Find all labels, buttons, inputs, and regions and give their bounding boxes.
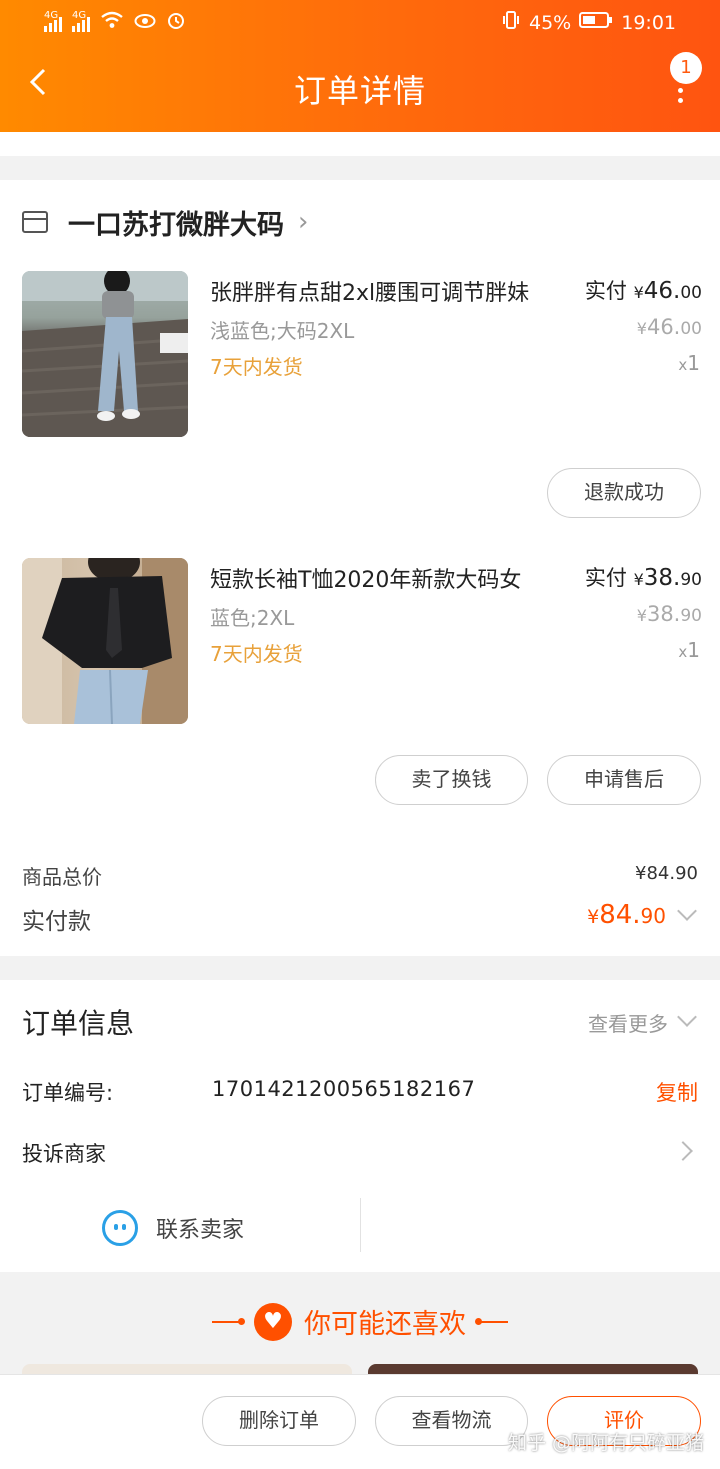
app-header: 4G 4G 45% 19:01 订单详情 1	[0, 0, 720, 132]
order-info-title: 订单信息	[22, 1007, 135, 1040]
chevron-right-icon: ›	[298, 207, 309, 237]
order-info-card: 订单信息 查看更多 订单编号: 1701421200565182167 复制 投…	[0, 980, 720, 1272]
paid-price: 实付 ¥38.90	[584, 565, 702, 591]
refund-status-button[interactable]: 退款成功	[547, 468, 701, 518]
delete-order-button[interactable]: 删除订单	[202, 1396, 356, 1446]
order-item[interactable]: 短款长袖T恤2020年新款大码女 蓝色;2XL 7天内发货 实付 ¥38.90 …	[0, 558, 720, 728]
sell-button[interactable]: 卖了换钱	[375, 755, 528, 805]
original-price: ¥46.00	[636, 315, 702, 339]
watermark: 知乎 @阿阿有只碎亚猪	[507, 1432, 704, 1454]
divider	[475, 1317, 508, 1325]
divider	[360, 1198, 361, 1252]
complain-merchant-row[interactable]: 投诉商家	[22, 1138, 106, 1168]
product-spec: 蓝色;2XL	[210, 606, 295, 630]
original-price: ¥38.90	[636, 602, 702, 626]
notification-badge: 1	[670, 52, 702, 84]
shop-name: 一口苏打微胖大码	[68, 209, 284, 241]
contact-seller-label: 联系卖家	[156, 1218, 245, 1243]
vibrate-icon	[501, 10, 521, 35]
shop-card: 一口苏打微胖大码 › 张胖胖有点甜2xl腰围可调节胖妹 浅蓝色;大码2XL 7天…	[0, 180, 720, 956]
chevron-down-icon[interactable]	[677, 1007, 697, 1027]
clock: 19:01	[621, 11, 676, 34]
shop-header[interactable]: 一口苏打微胖大码 ›	[22, 202, 308, 242]
product-spec: 浅蓝色;大码2XL	[210, 319, 355, 343]
wifi-icon	[100, 11, 124, 34]
product-image[interactable]	[22, 271, 188, 437]
product-image[interactable]	[22, 558, 188, 724]
total-label: 商品总价	[22, 865, 102, 889]
recommend-header: ♥ 你可能还喜欢	[0, 1302, 720, 1341]
page-title: 订单详情	[293, 72, 426, 110]
aftersale-button[interactable]: 申请售后	[547, 755, 701, 805]
quantity: x1	[678, 351, 700, 375]
total-value: ¥84.90	[635, 863, 698, 884]
order-item[interactable]: 张胖胖有点甜2xl腰围可调节胖妹 浅蓝色;大码2XL 7天内发货 实付 ¥46.…	[0, 271, 720, 441]
order-number-label: 订单编号:	[22, 1081, 114, 1105]
chevron-down-icon[interactable]	[677, 901, 697, 921]
shipping-note: 7天内发货	[210, 642, 303, 666]
eye-icon	[134, 12, 156, 34]
heart-icon: ♥	[254, 1302, 292, 1341]
chat-face-icon	[102, 1210, 138, 1246]
store-icon	[22, 211, 48, 233]
battery-icon	[579, 11, 613, 34]
signal-icon: 4G	[44, 10, 62, 32]
chevron-right-icon[interactable]	[673, 1141, 693, 1161]
status-bar: 4G 4G 45% 19:01	[0, 10, 720, 36]
copy-button[interactable]: 复制	[656, 1077, 698, 1107]
view-logistics-button[interactable]: 查看物流	[375, 1396, 528, 1446]
recommend-title: 你可能还喜欢	[304, 1309, 466, 1340]
signal-icon: 4G	[72, 10, 90, 32]
view-more-button[interactable]: 查看更多	[588, 1008, 668, 1037]
product-title[interactable]: 张胖胖有点甜2xl腰围可调节胖妹	[210, 275, 529, 307]
shipping-note: 7天内发货	[210, 355, 303, 379]
quantity: x1	[678, 638, 700, 662]
paid-amount: ¥84.90	[587, 900, 666, 930]
order-number: 1701421200565182167	[212, 1077, 476, 1101]
battery-percent: 45%	[529, 11, 572, 34]
alarm-icon	[166, 10, 186, 35]
contact-seller-button[interactable]: 联系卖家	[102, 1208, 244, 1248]
product-title[interactable]: 短款长袖T恤2020年新款大码女	[210, 562, 521, 594]
paid-price: 实付 ¥46.00	[584, 278, 702, 304]
divider	[212, 1317, 245, 1325]
top-strip	[0, 132, 720, 156]
paid-label: 实付款	[22, 909, 91, 935]
